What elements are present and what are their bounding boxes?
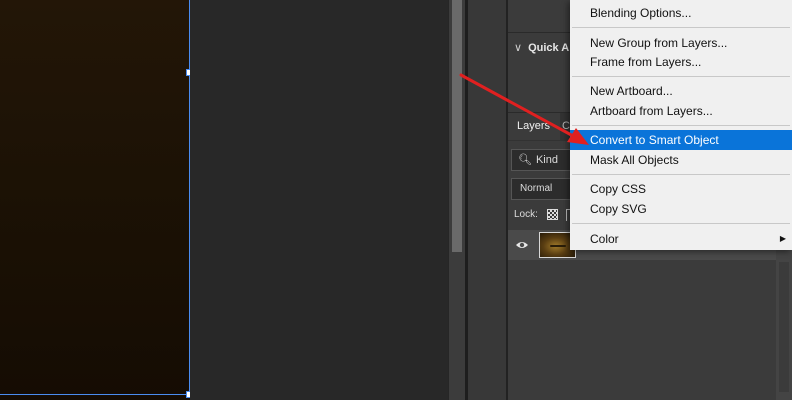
menu-item-convert-to-smart-object[interactable]: Convert to Smart Object — [570, 130, 792, 150]
chevron-down-icon[interactable]: ∨ — [514, 42, 522, 54]
menu-item-copy-css[interactable]: Copy CSS — [570, 179, 792, 199]
pasteboard — [190, 0, 448, 400]
menu-separator — [572, 125, 790, 126]
menu-item-copy-svg[interactable]: Copy SVG — [570, 199, 792, 219]
menu-item-mask-all-objects[interactable]: Mask All Objects — [570, 150, 792, 170]
menu-item-new-group-from-layers[interactable]: New Group from Layers... — [570, 33, 792, 53]
menu-item-artboard-from-layers[interactable]: Artboard from Layers... — [570, 101, 792, 121]
menu-separator — [572, 27, 790, 28]
menu-item-color[interactable]: Color ▶ — [570, 229, 792, 249]
layer-kind-filter[interactable]: 🔍︎ Kind — [511, 149, 575, 171]
blend-mode-select[interactable]: Normal — [511, 178, 575, 200]
menu-item-frame-from-layers[interactable]: Frame from Layers... — [570, 52, 792, 72]
kind-filter-label: Kind — [535, 154, 558, 166]
lock-label: Lock: — [514, 209, 538, 220]
search-icon: 🔍︎ — [518, 154, 532, 166]
menu-separator — [572, 76, 790, 77]
triangle-right-icon: ▶ — [779, 234, 786, 243]
eye-icon[interactable] — [515, 240, 529, 250]
menu-separator — [572, 174, 790, 175]
red-annotation-arrow — [459, 73, 589, 145]
canvas-image[interactable] — [0, 0, 190, 400]
collapsed-panel-strip — [468, 0, 506, 400]
layers-scrollbar-track — [779, 262, 789, 392]
menu-item-color-label: Color — [590, 232, 619, 246]
selection-bounding-box-bottom — [0, 394, 190, 395]
menu-item-new-artboard[interactable]: New Artboard... — [570, 81, 792, 101]
lock-transparent-pixels-icon[interactable] — [547, 209, 558, 220]
quick-actions-label: Quick A — [528, 42, 570, 54]
menu-separator — [572, 223, 790, 224]
layer-context-menu: Blending Options... New Group from Layer… — [570, 0, 792, 250]
menu-item-blending-options[interactable]: Blending Options... — [570, 3, 792, 23]
